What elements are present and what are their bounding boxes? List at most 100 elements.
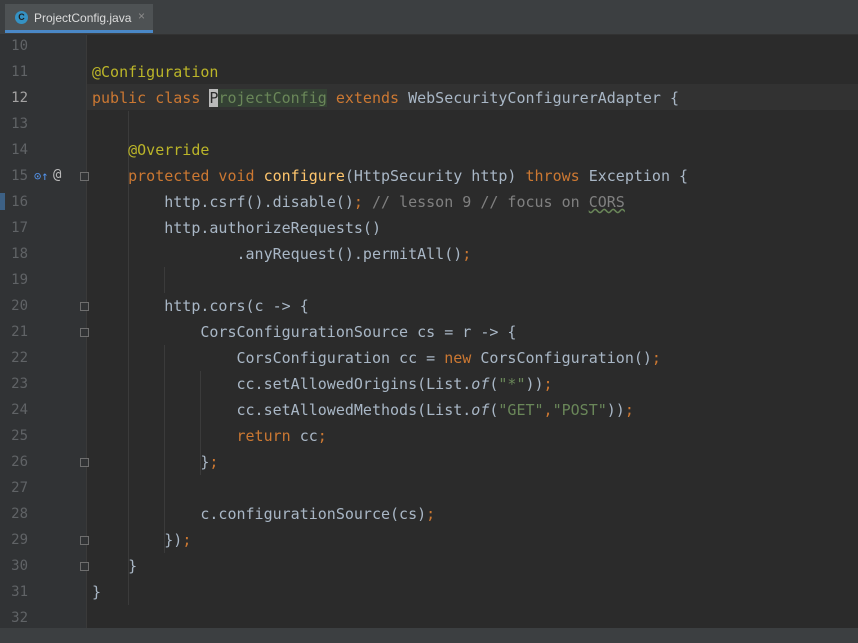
code-editor[interactable]: @Configuration public class ProjectConfig… xyxy=(87,35,858,628)
code-token: http.cors(c -> { xyxy=(92,297,309,315)
code-token: )) xyxy=(606,401,625,419)
code-token: , xyxy=(543,401,553,419)
code-token: CORS xyxy=(588,193,625,211)
code-line[interactable]: } xyxy=(92,579,101,605)
code-token: CorsConfigurationSource cs = r -> { xyxy=(92,323,517,341)
line-number: 12 xyxy=(11,90,28,106)
line-number: 23 xyxy=(11,376,28,392)
line-number: 11 xyxy=(11,64,28,80)
line-number: 24 xyxy=(11,402,28,418)
code-line[interactable]: }); xyxy=(92,527,191,553)
code-token: configure xyxy=(263,167,345,185)
code-token: return xyxy=(236,427,300,445)
code-token: rojectConfig xyxy=(218,89,327,107)
code-token: of xyxy=(471,401,490,419)
line-number: 14 xyxy=(11,142,28,158)
code-line[interactable]: }; xyxy=(92,449,218,475)
code-token: of xyxy=(471,375,490,393)
code-token: c.configurationSource(cs) xyxy=(92,505,427,523)
code-token: (HttpSecurity http) xyxy=(344,167,526,185)
class-c-icon: C xyxy=(15,11,28,24)
code-token: cc.setAllowedMethods(List. xyxy=(92,401,472,419)
tab-projectconfig-java[interactable]: C ProjectConfig.java × xyxy=(5,4,153,33)
code-token: http.authorizeRequests() xyxy=(92,219,381,237)
code-token: protected void xyxy=(128,167,264,185)
annotation-icon[interactable]: @ xyxy=(53,168,61,182)
code-token: "POST" xyxy=(552,401,607,419)
indent-guide xyxy=(164,267,166,293)
line-number: 31 xyxy=(11,584,28,600)
code-line[interactable]: http.authorizeRequests() xyxy=(92,215,381,241)
code-line[interactable]: http.csrf().disable(); // lesson 9 // fo… xyxy=(92,189,625,215)
line-number: 16 xyxy=(11,194,28,210)
code-line[interactable]: protected void configure(HttpSecurity ht… xyxy=(92,163,688,189)
code-token: ; xyxy=(317,427,327,445)
code-line[interactable]: public class ProjectConfig extends WebSe… xyxy=(92,85,679,111)
line-number: 19 xyxy=(11,272,28,288)
line-number: 10 xyxy=(11,38,28,54)
code-line[interactable]: cc.setAllowedMethods(List.of("GET","POST… xyxy=(92,397,634,423)
code-line[interactable]: cc.setAllowedOrigins(List.of("*")); xyxy=(92,371,553,397)
code-token: new xyxy=(444,349,481,367)
code-token: ; xyxy=(462,245,472,263)
code-token: ; xyxy=(209,453,219,471)
code-line[interactable]: @Configuration xyxy=(92,59,218,85)
code-line[interactable]: http.cors(c -> { xyxy=(92,293,309,319)
code-token: "*" xyxy=(498,375,526,393)
line-number: 29 xyxy=(11,532,28,548)
code-line[interactable]: } xyxy=(92,553,137,579)
code-token: CorsConfiguration() xyxy=(480,349,652,367)
code-token: ; xyxy=(182,531,192,549)
code-token: public class xyxy=(92,89,210,107)
code-token: cc.setAllowedOrigins(List. xyxy=(92,375,472,393)
line-number: 22 xyxy=(11,350,28,366)
code-token: http.csrf().disable() xyxy=(92,193,354,211)
code-token: CorsConfiguration cc = xyxy=(92,349,445,367)
override-method-icon[interactable]: ⊙↑ xyxy=(34,169,48,183)
editor-tab-bar: C ProjectConfig.java × xyxy=(0,0,858,35)
line-number: 21 xyxy=(11,324,28,340)
code-token: @Override xyxy=(128,141,210,159)
code-line[interactable]: .anyRequest().permitAll(); xyxy=(92,241,471,267)
code-token: .anyRequest().permitAll() xyxy=(92,245,463,263)
code-token: ; xyxy=(426,505,436,523)
status-bar xyxy=(0,628,858,643)
code-token: cc xyxy=(299,427,318,445)
line-number: 17 xyxy=(11,220,28,236)
code-line[interactable]: c.configurationSource(cs); xyxy=(92,501,435,527)
line-number: 30 xyxy=(11,558,28,574)
code-token: extends xyxy=(335,89,409,107)
line-number: 13 xyxy=(11,116,28,132)
code-token: ; xyxy=(651,349,661,367)
tab-label: ProjectConfig.java xyxy=(34,11,132,25)
code-token: )) xyxy=(525,375,544,393)
line-number: 25 xyxy=(11,428,28,444)
line-number: 27 xyxy=(11,480,28,496)
code-line[interactable]: CorsConfiguration cc = new CorsConfigura… xyxy=(92,345,661,371)
code-token: WebSecurityConfigurerAdapter { xyxy=(408,89,680,107)
code-token: } xyxy=(92,583,102,601)
code-token: Exception { xyxy=(588,167,689,185)
code-line[interactable]: return cc; xyxy=(92,423,327,449)
code-token: // lesson 9 // focus on xyxy=(362,193,589,211)
close-icon[interactable]: × xyxy=(138,9,145,23)
line-number: 28 xyxy=(11,506,28,522)
code-token: @Configuration xyxy=(92,63,219,81)
code-token: ; xyxy=(624,401,634,419)
code-token: "GET" xyxy=(498,401,544,419)
code-line[interactable]: @Override xyxy=(92,137,209,163)
code-line[interactable]: CorsConfigurationSource cs = r -> { xyxy=(92,319,516,345)
code-token: throws xyxy=(525,167,589,185)
line-number: 18 xyxy=(11,246,28,262)
code-token: }) xyxy=(92,531,183,549)
line-number: 20 xyxy=(11,298,28,314)
line-number: 15 xyxy=(11,168,28,184)
code-token: ; xyxy=(353,193,363,211)
code-token: } xyxy=(92,557,138,575)
code-token: ; xyxy=(543,375,553,393)
line-number: 26 xyxy=(11,454,28,470)
